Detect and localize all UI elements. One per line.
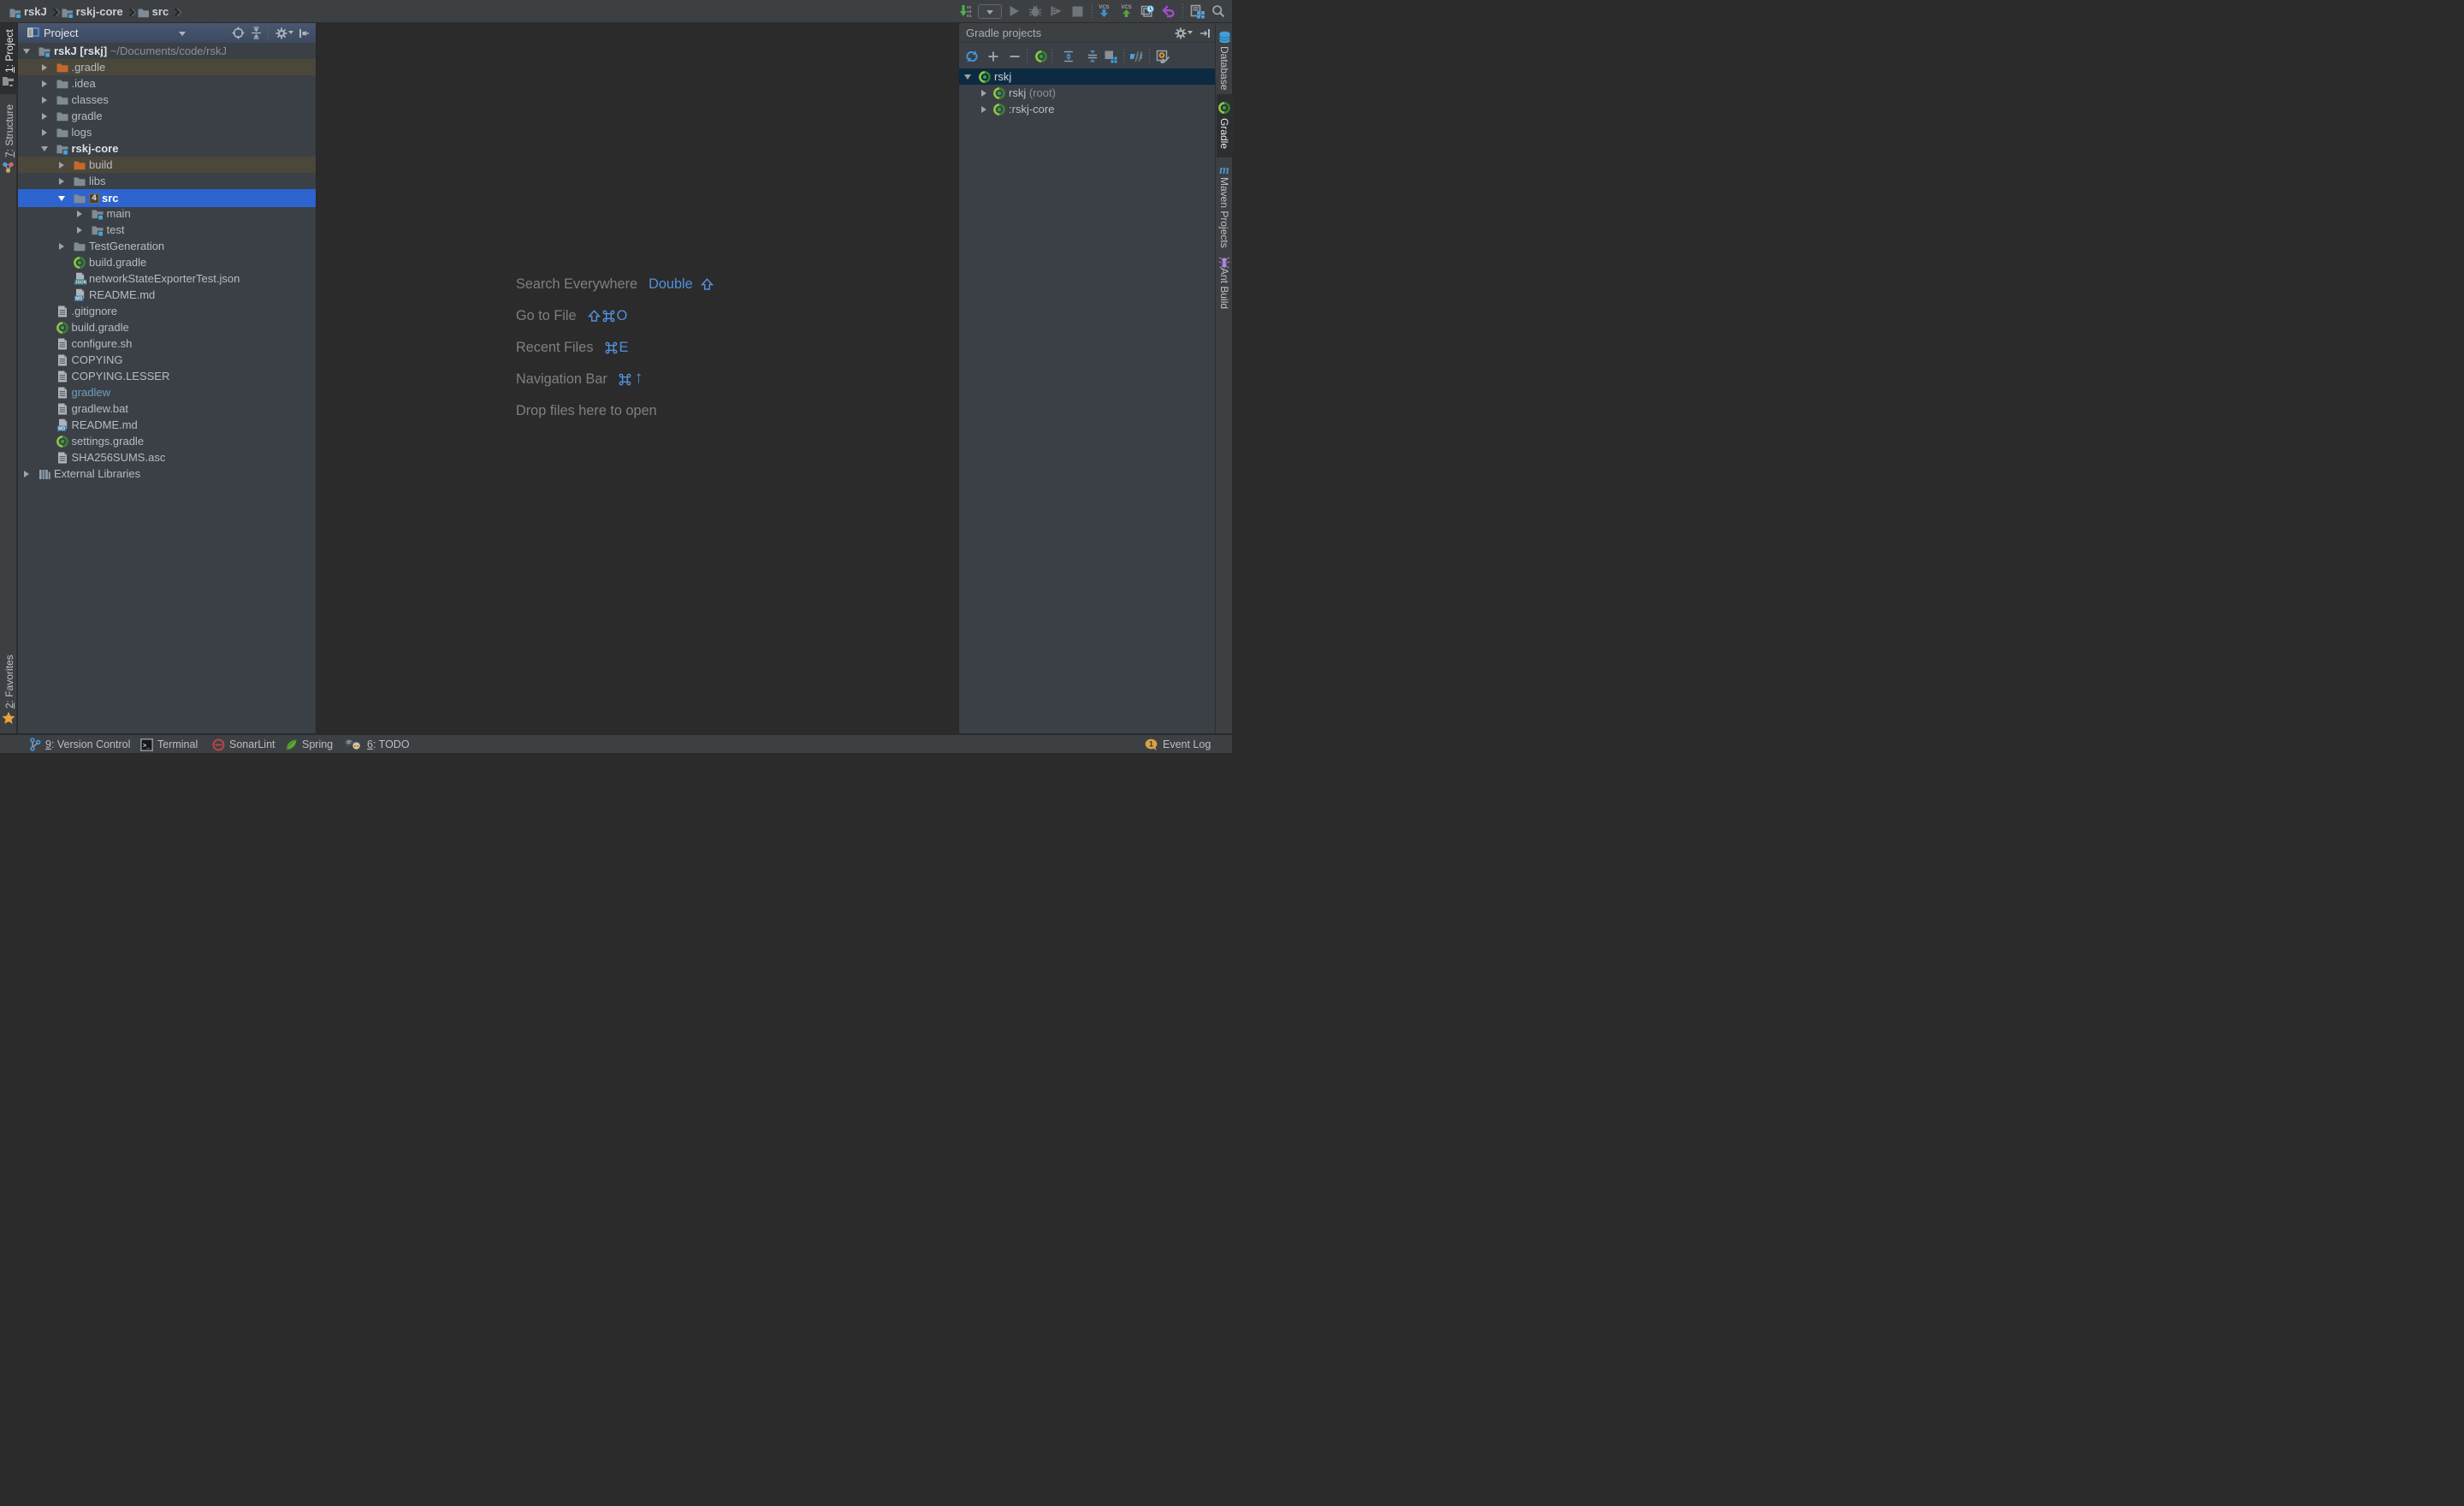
svg-text:VCS: VCS	[1121, 5, 1131, 10]
svg-text:VCS: VCS	[1099, 5, 1109, 10]
svg-text:>_: >_	[143, 743, 151, 750]
svg-text:MD: MD	[75, 296, 82, 301]
svg-text:m: m	[1219, 163, 1229, 176]
svg-text:MD: MD	[58, 426, 65, 431]
svg-text:JSON: JSON	[74, 280, 86, 285]
svg-text:01: 01	[967, 14, 972, 18]
svg-text:1: 1	[1149, 739, 1153, 748]
